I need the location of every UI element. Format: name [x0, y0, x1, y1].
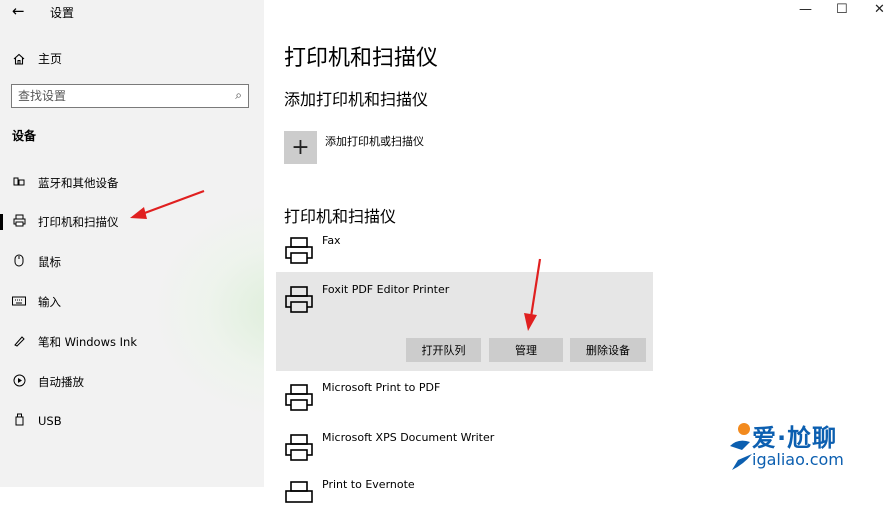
- printer-icon: [285, 434, 313, 461]
- printer-item-fax[interactable]: Fax: [284, 234, 341, 266]
- printer-name: Microsoft XPS Document Writer: [322, 431, 495, 444]
- watermark-url: igaliao.com: [752, 450, 844, 469]
- sidebar: ← 设置 主页 ⌕ 设备 蓝牙和其他设备 打印机和扫描仪 鼠标 输入: [0, 0, 264, 487]
- printer-name: Microsoft Print to PDF: [322, 381, 441, 394]
- bluetooth-devices-icon: [12, 176, 26, 191]
- annotation-arrow: [524, 258, 542, 331]
- main-content: — ☐ ✕ 打印机和扫描仪 添加打印机和扫描仪 + 添加打印机或扫描仪 打印机和…: [264, 0, 893, 503]
- sidebar-item-mouse[interactable]: 鼠标: [0, 249, 264, 275]
- mouse-icon: [12, 254, 26, 270]
- close-icon[interactable]: ✕: [874, 2, 885, 17]
- sidebar-item-label: USB: [38, 414, 62, 428]
- annotation-arrow: [130, 189, 205, 219]
- printer-item-ms-pdf[interactable]: Microsoft Print to PDF: [284, 381, 441, 413]
- keyboard-icon: [12, 295, 26, 309]
- printer-icon: [285, 384, 313, 411]
- sidebar-item-label: 鼠标: [38, 255, 61, 269]
- sidebar-item-label: 笔和 Windows Ink: [38, 335, 137, 349]
- printers-section-title: 打印机和扫描仪: [284, 207, 397, 226]
- printer-name: Fax: [322, 234, 341, 247]
- add-printer-button[interactable]: +: [284, 131, 317, 164]
- printer-name: Foxit PDF Editor Printer: [322, 283, 450, 296]
- minimize-icon[interactable]: —: [799, 2, 812, 17]
- watermark-logo-icon: [730, 423, 752, 470]
- settings-search-box[interactable]: ⌕: [11, 84, 249, 108]
- printer-item-foxit[interactable]: Foxit PDF Editor Printer: [284, 283, 450, 315]
- printer-icon: [285, 481, 313, 503]
- printer-item-evernote[interactable]: Print to Evernote: [284, 478, 415, 510]
- sidebar-item-typing[interactable]: 输入: [0, 289, 264, 315]
- search-input[interactable]: [12, 85, 218, 107]
- autoplay-icon: [12, 374, 26, 390]
- sidebar-item-pen[interactable]: 笔和 Windows Ink: [0, 329, 264, 355]
- window-title: 设置: [50, 6, 75, 20]
- sidebar-item-label: 打印机和扫描仪: [38, 215, 119, 229]
- home-icon: [13, 53, 25, 65]
- remove-device-button[interactable]: 删除设备: [570, 338, 646, 362]
- printer-icon: [285, 286, 313, 313]
- printer-icon: [12, 214, 26, 230]
- add-section-title: 添加打印机和扫描仪: [284, 90, 429, 109]
- printer-item-ms-xps[interactable]: Microsoft XPS Document Writer: [284, 431, 495, 463]
- maximize-icon[interactable]: ☐: [836, 2, 848, 17]
- sidebar-item-label: 输入: [38, 295, 61, 309]
- page-title: 打印机和扫描仪: [284, 46, 439, 71]
- home-label: 主页: [38, 52, 63, 66]
- sidebar-home-link[interactable]: 主页: [12, 50, 62, 67]
- section-label-devices: 设备: [12, 129, 37, 143]
- printer-icon: [285, 237, 313, 264]
- add-printer-label[interactable]: 添加打印机或扫描仪: [325, 133, 424, 149]
- plus-icon: +: [291, 135, 310, 160]
- watermark-brand: 爱·尬聊: [752, 424, 838, 452]
- sidebar-item-label: 自动播放: [38, 375, 84, 389]
- back-arrow-icon[interactable]: ←: [12, 2, 25, 20]
- sidebar-item-usb[interactable]: USB: [0, 408, 264, 434]
- sidebar-item-label: 蓝牙和其他设备: [38, 176, 119, 190]
- search-icon[interactable]: ⌕: [235, 88, 242, 103]
- sidebar-item-autoplay[interactable]: 自动播放: [0, 369, 264, 395]
- usb-icon: [12, 413, 26, 429]
- pen-icon: [12, 334, 26, 350]
- printer-name: Print to Evernote: [322, 478, 415, 491]
- manage-button[interactable]: 管理: [489, 338, 563, 362]
- open-queue-button[interactable]: 打开队列: [406, 338, 481, 362]
